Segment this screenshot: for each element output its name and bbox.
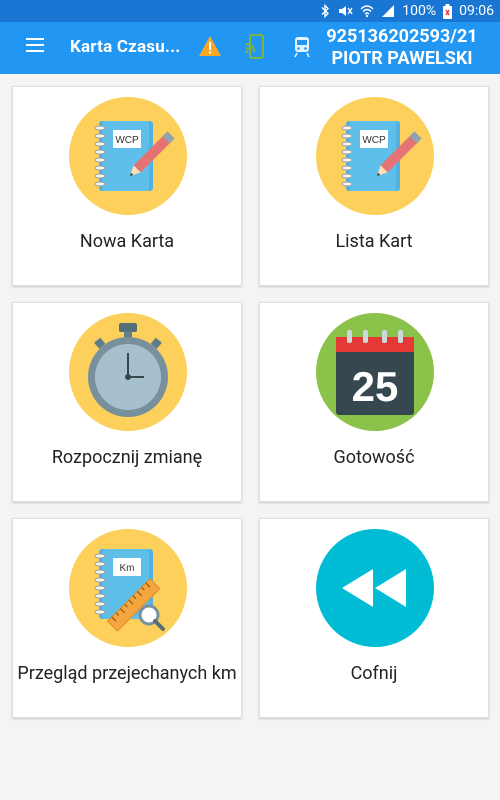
tile-label: Nowa Karta	[79, 231, 175, 252]
tile-label: Cofnij	[350, 663, 398, 684]
app-bar: Karta Czasu... 925136202593/21 PIOTR PAW…	[0, 22, 500, 74]
calendar-day: 25	[352, 363, 399, 410]
stopwatch-icon	[69, 313, 187, 431]
status-bar: 100% 09:06	[0, 0, 500, 22]
wcp-badge: WCP	[115, 135, 139, 146]
calendar-icon: 25	[316, 313, 434, 431]
mute-icon	[337, 4, 353, 18]
battery-percent: 100%	[402, 3, 437, 19]
cast-icon[interactable]	[244, 34, 266, 64]
notebook-ruler-icon: Km	[69, 529, 187, 647]
notebook-pencil-icon: WCP	[69, 97, 187, 215]
readiness-tile[interactable]: 25 Gotowość	[259, 302, 489, 502]
signal-icon	[381, 4, 395, 18]
start-shift-tile[interactable]: Rozpocznij zmianę	[12, 302, 242, 502]
notebook-pencil-icon: WCP	[316, 97, 434, 215]
user-name: PIOTR PAWELSKI	[331, 48, 473, 69]
back-tile[interactable]: Cofnij	[259, 518, 489, 718]
app-title: Karta Czasu...	[70, 37, 181, 57]
card-list-tile[interactable]: WCP Lista Kart	[259, 86, 489, 286]
rewind-icon	[316, 529, 434, 647]
bluetooth-icon	[320, 4, 330, 18]
train-icon[interactable]	[294, 36, 310, 62]
warning-icon[interactable]	[198, 35, 222, 61]
tile-label: Rozpocznij zmianę	[51, 447, 203, 468]
wifi-icon	[360, 4, 374, 18]
wcp-badge: WCP	[362, 135, 386, 146]
user-info: 925136202593/21 PIOTR PAWELSKI	[316, 26, 488, 70]
tile-label: Gotowość	[333, 447, 415, 468]
status-icons: 100% 09:06	[320, 2, 494, 20]
battery-icon	[443, 3, 453, 19]
clock: 09:06	[459, 3, 494, 19]
new-card-tile[interactable]: WCP Nowa Karta	[12, 86, 242, 286]
tile-label: Lista Kart	[335, 231, 413, 252]
km-badge: Km	[120, 563, 135, 574]
mileage-review-tile[interactable]: Km Przegląd przejechanych km	[12, 518, 242, 718]
hamburger-menu-icon[interactable]	[26, 38, 48, 58]
user-number: 925136202593/21	[326, 26, 478, 47]
tile-label: Przegląd przejechanych km	[17, 663, 237, 684]
